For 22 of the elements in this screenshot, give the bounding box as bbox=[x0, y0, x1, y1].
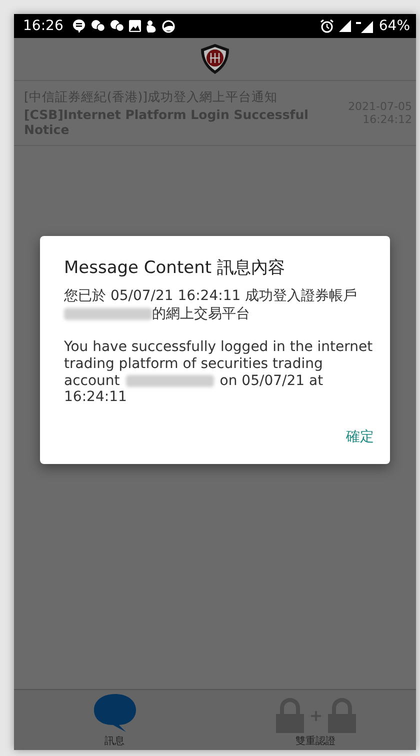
alarm-icon bbox=[320, 19, 334, 33]
dialog-title: Message Content 訊息內容 bbox=[64, 256, 286, 279]
status-time: 16:26 bbox=[23, 18, 64, 34]
message-text: on 05/07/21 at bbox=[220, 372, 324, 390]
chat-bubbles-icon bbox=[91, 19, 106, 33]
shield-logo-icon bbox=[200, 43, 230, 75]
signal-icon bbox=[338, 20, 351, 32]
image-icon bbox=[129, 20, 142, 32]
message-text: 您已於 05/07/21 16:24:11 成功登入證券帳戶 bbox=[64, 288, 358, 304]
battery-percent: 64% bbox=[378, 18, 410, 34]
nav-tab[interactable]: 訊息 bbox=[14, 690, 215, 750]
circle-icon bbox=[162, 20, 176, 32]
message-text: account bbox=[64, 372, 120, 390]
chat-bubble-icon bbox=[72, 19, 86, 33]
message-text: 16:24:11 bbox=[64, 389, 127, 406]
nav-tab[interactable]: 雙重認證 bbox=[215, 690, 416, 750]
signal-icon bbox=[356, 20, 374, 32]
message-text: You have successfully logged in the internet bbox=[64, 339, 373, 356]
message-text: trading platform of securities trading bbox=[64, 356, 323, 373]
confirm-button[interactable]: 確定 bbox=[342, 422, 378, 452]
message-text: 的網上交易平台 bbox=[152, 306, 250, 322]
chat-bubbles-icon bbox=[110, 19, 124, 33]
